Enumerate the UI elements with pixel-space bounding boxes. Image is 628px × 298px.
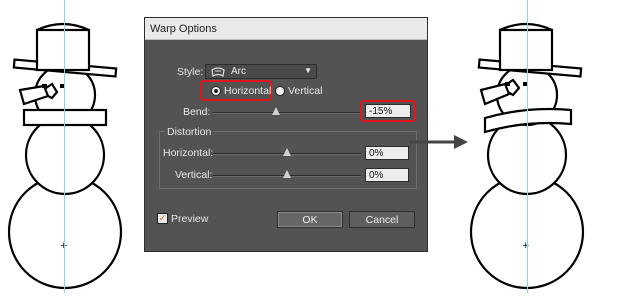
preview-checkbox[interactable]: ✓ xyxy=(157,213,168,224)
style-label: Style: xyxy=(177,66,204,78)
cancel-button[interactable]: Cancel xyxy=(349,211,415,228)
distortion-vertical-value[interactable]: 0% xyxy=(365,168,409,182)
guide-line xyxy=(64,0,65,293)
distortion-horizontal-slider-thumb[interactable] xyxy=(283,148,291,156)
distortion-horizontal-value[interactable]: 0% xyxy=(365,146,409,160)
vertical-label[interactable]: Vertical xyxy=(288,85,322,97)
svg-text:+: + xyxy=(522,241,530,251)
right-arrow-icon xyxy=(410,135,468,149)
preview-label[interactable]: Preview xyxy=(171,213,208,225)
radio-vertical[interactable] xyxy=(275,86,285,96)
style-select[interactable]: Arc ▼ xyxy=(205,64,317,79)
snowman-warped: + xyxy=(469,22,585,290)
snowman-original: + xyxy=(7,22,123,290)
arc-warp-icon xyxy=(211,67,225,77)
distortion-vertical-label: Vertical: xyxy=(175,169,213,181)
bend-value[interactable]: -15% xyxy=(365,104,411,118)
distortion-vertical-slider-thumb[interactable] xyxy=(283,170,291,178)
guide-line xyxy=(527,0,528,293)
horizontal-label[interactable]: Horizontal xyxy=(224,85,271,97)
dialog-title[interactable]: Warp Options xyxy=(145,18,427,40)
distortion-horizontal-label: Horizontal: xyxy=(163,147,214,159)
warp-options-dialog: Warp Options Style: Arc ▼ Horizontal Ver… xyxy=(144,17,428,252)
style-value: Arc xyxy=(231,66,246,77)
bend-label: Bend: xyxy=(183,106,211,118)
bend-slider-track[interactable] xyxy=(213,112,361,114)
chevron-down-icon: ▼ xyxy=(304,66,312,75)
radio-horizontal[interactable] xyxy=(211,86,221,96)
distortion-label: Distortion xyxy=(165,126,214,138)
artwork-result: + xyxy=(455,0,628,293)
artwork-original: + xyxy=(0,0,140,293)
bend-slider-thumb[interactable] xyxy=(271,107,280,115)
ok-button[interactable]: OK xyxy=(277,211,343,228)
